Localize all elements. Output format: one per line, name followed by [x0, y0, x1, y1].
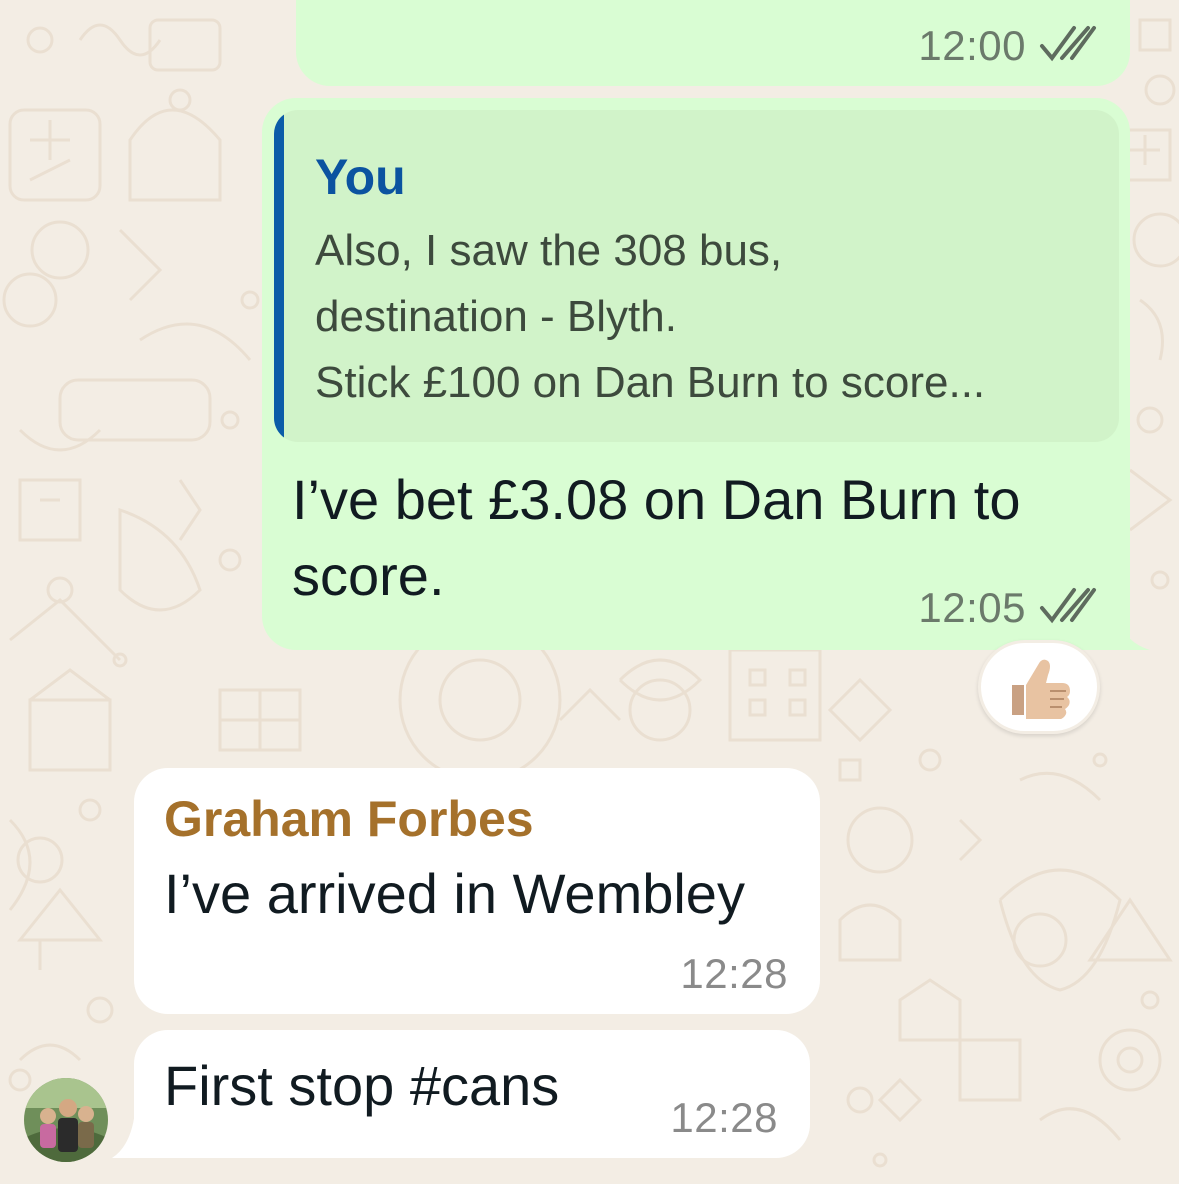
- message-time: 12:28: [670, 1094, 778, 1141]
- thumbs-up-icon: [1012, 659, 1070, 719]
- message-text: First stop #cans: [164, 1054, 560, 1117]
- quoted-sender: You: [315, 149, 406, 205]
- quoted-text-line: Stick £100 on Dan Burn to score...: [315, 358, 986, 407]
- sender-name[interactable]: Graham Forbes: [164, 790, 534, 848]
- double-check-icon: [1040, 26, 1096, 62]
- quoted-text-line: destination - Blyth.: [315, 292, 677, 341]
- quoted-text-line: Also, I saw the 308 bus,: [315, 226, 783, 275]
- contact-avatar[interactable]: [24, 1078, 108, 1162]
- incoming-message-bubble[interactable]: First stop #cans 12:28: [134, 1030, 810, 1158]
- message-time: 12:05: [918, 584, 1026, 631]
- double-check-icon: [1040, 588, 1096, 624]
- outgoing-reply-bubble[interactable]: You Also, I saw the 308 bus, destination…: [262, 98, 1130, 650]
- incoming-message-bubble[interactable]: Graham Forbes I’ve arrived in Wembley 12…: [134, 768, 820, 1014]
- quote-accent-bar: [274, 110, 284, 442]
- quoted-message[interactable]: You Also, I saw the 308 bus, destination…: [274, 110, 1119, 442]
- message-time: 12:28: [680, 950, 788, 997]
- reaction-badge[interactable]: [978, 640, 1100, 734]
- message-time: 12:00: [918, 22, 1026, 69]
- bubble-tail: [112, 1100, 136, 1158]
- message-text: I’ve arrived in Wembley: [164, 862, 745, 925]
- message-text-line: I’ve bet £3.08 on Dan Burn to: [292, 468, 1021, 531]
- outgoing-message-bubble[interactable]: 12:00: [296, 0, 1130, 86]
- avatar-photo: [24, 1078, 108, 1162]
